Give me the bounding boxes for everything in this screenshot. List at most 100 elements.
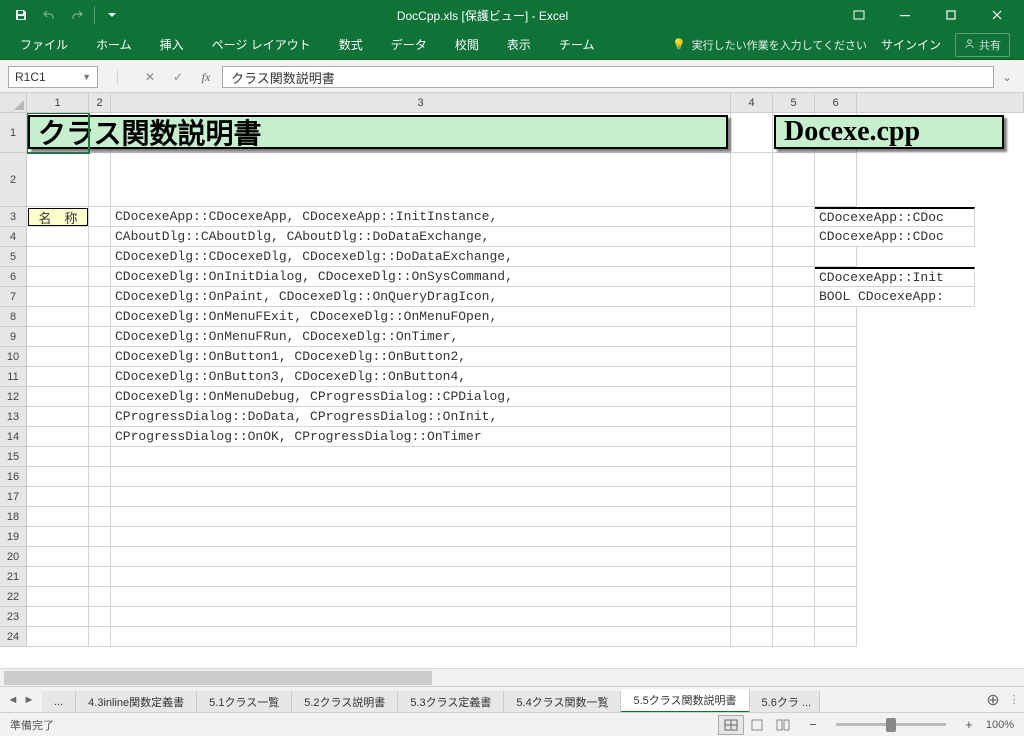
cell[interactable]	[111, 487, 731, 507]
tab-data[interactable]: データ	[377, 30, 441, 59]
row-header[interactable]: 12	[0, 387, 27, 407]
cell[interactable]	[773, 567, 815, 587]
cell[interactable]	[731, 447, 773, 467]
page-layout-view-icon[interactable]	[744, 715, 770, 735]
row-header[interactable]: 1	[0, 113, 27, 153]
cell[interactable]	[27, 427, 89, 447]
sheet-tab[interactable]: 5.6クラ ...	[750, 691, 820, 713]
column-header[interactable]	[857, 93, 1024, 113]
cell[interactable]	[731, 247, 773, 267]
cell[interactable]	[111, 567, 731, 587]
column-header[interactable]: 1	[27, 93, 89, 113]
cell[interactable]	[731, 267, 773, 287]
cell[interactable]	[27, 547, 89, 567]
cell[interactable]	[731, 287, 773, 307]
cell[interactable]	[815, 367, 857, 387]
enter-icon[interactable]: ✓	[166, 66, 190, 88]
tab-home[interactable]: ホーム	[82, 30, 146, 59]
cell[interactable]	[89, 547, 111, 567]
cell[interactable]	[27, 627, 89, 647]
cancel-icon[interactable]: ✕	[138, 66, 162, 88]
code-cell[interactable]: CDocexeDlg::OnButton1, CDocexeDlg::OnBut…	[111, 347, 731, 367]
sheet-tab[interactable]: 5.5クラス関数説明書	[621, 689, 749, 713]
tab-nav-prev-icon[interactable]: ◄	[6, 692, 20, 708]
zoom-out-button[interactable]: −	[806, 717, 820, 732]
cell[interactable]	[731, 387, 773, 407]
code-cell[interactable]: CProgressDialog::DoData, CProgressDialog…	[111, 407, 731, 427]
cell[interactable]	[773, 547, 815, 567]
cell[interactable]	[89, 327, 111, 347]
cell[interactable]	[773, 247, 815, 267]
cell[interactable]	[773, 467, 815, 487]
cell[interactable]	[89, 267, 111, 287]
cell[interactable]	[773, 207, 815, 227]
row-header[interactable]: 9	[0, 327, 27, 347]
cell[interactable]	[773, 587, 815, 607]
cell[interactable]	[815, 427, 857, 447]
cell[interactable]	[773, 347, 815, 367]
cell[interactable]	[773, 227, 815, 247]
tab-view[interactable]: 表示	[493, 30, 545, 59]
maximize-icon[interactable]	[928, 0, 974, 30]
cell[interactable]	[89, 287, 111, 307]
cell[interactable]	[27, 287, 89, 307]
zoom-slider[interactable]	[836, 723, 946, 726]
cell[interactable]	[815, 607, 857, 627]
label-cell[interactable]: 名 称	[28, 208, 88, 226]
cell[interactable]	[89, 367, 111, 387]
code-cell[interactable]: CDocexeDlg::OnPaint, CDocexeDlg::OnQuery…	[111, 287, 731, 307]
code-cell-right[interactable]: BOOL CDocexeApp:	[815, 287, 975, 307]
tab-insert[interactable]: 挿入	[146, 30, 198, 59]
qat-customize-icon[interactable]	[99, 2, 125, 28]
page-break-view-icon[interactable]	[770, 715, 796, 735]
selected-cell[interactable]	[27, 113, 89, 153]
code-cell-right[interactable]: CDocexeApp::Init	[815, 267, 975, 287]
row-header[interactable]: 15	[0, 447, 27, 467]
cell[interactable]	[89, 627, 111, 647]
hscroll-thumb[interactable]	[4, 671, 432, 685]
cell[interactable]	[815, 153, 857, 207]
cell[interactable]	[773, 287, 815, 307]
tab-team[interactable]: チーム	[545, 30, 609, 59]
cell[interactable]	[89, 467, 111, 487]
row-header[interactable]: 17	[0, 487, 27, 507]
cell[interactable]	[111, 153, 731, 207]
hscroll-track[interactable]	[4, 671, 1024, 685]
cell[interactable]	[89, 607, 111, 627]
code-cell-right[interactable]: CDocexeApp::CDoc	[815, 207, 975, 227]
share-button[interactable]: 共有	[955, 33, 1010, 57]
cell[interactable]	[815, 447, 857, 467]
cell[interactable]	[27, 527, 89, 547]
cell[interactable]	[27, 487, 89, 507]
tab-nav-next-icon[interactable]: ►	[22, 692, 36, 708]
cell[interactable]	[731, 227, 773, 247]
tab-formulas[interactable]: 数式	[325, 30, 377, 59]
cell[interactable]	[773, 487, 815, 507]
cell[interactable]	[815, 327, 857, 347]
cell[interactable]	[815, 407, 857, 427]
cell[interactable]	[815, 247, 857, 267]
cell[interactable]	[815, 527, 857, 547]
cell[interactable]	[89, 153, 111, 207]
row-header[interactable]: 16	[0, 467, 27, 487]
cell[interactable]	[111, 447, 731, 467]
cells[interactable]: クラス関数説明書Docexe.cpp名 称CDocexeApp::CDocexe…	[27, 113, 1024, 668]
cell[interactable]	[89, 427, 111, 447]
insert-function-icon[interactable]: fx	[194, 66, 218, 88]
cell[interactable]	[731, 153, 773, 207]
cell[interactable]	[815, 487, 857, 507]
cell[interactable]	[773, 627, 815, 647]
row-header[interactable]: 22	[0, 587, 27, 607]
tell-me-input[interactable]: 💡 実行したい作業を入力してください	[672, 37, 867, 53]
code-cell[interactable]: CDocexeDlg::OnMenuDebug, CProgressDialog…	[111, 387, 731, 407]
cell[interactable]	[731, 327, 773, 347]
cell[interactable]	[27, 367, 89, 387]
cell[interactable]	[731, 427, 773, 447]
cell[interactable]	[773, 527, 815, 547]
row-header[interactable]: 20	[0, 547, 27, 567]
cell[interactable]	[773, 153, 815, 207]
cell[interactable]	[815, 387, 857, 407]
cell[interactable]	[27, 307, 89, 327]
redo-icon[interactable]	[64, 2, 90, 28]
cell[interactable]	[815, 587, 857, 607]
